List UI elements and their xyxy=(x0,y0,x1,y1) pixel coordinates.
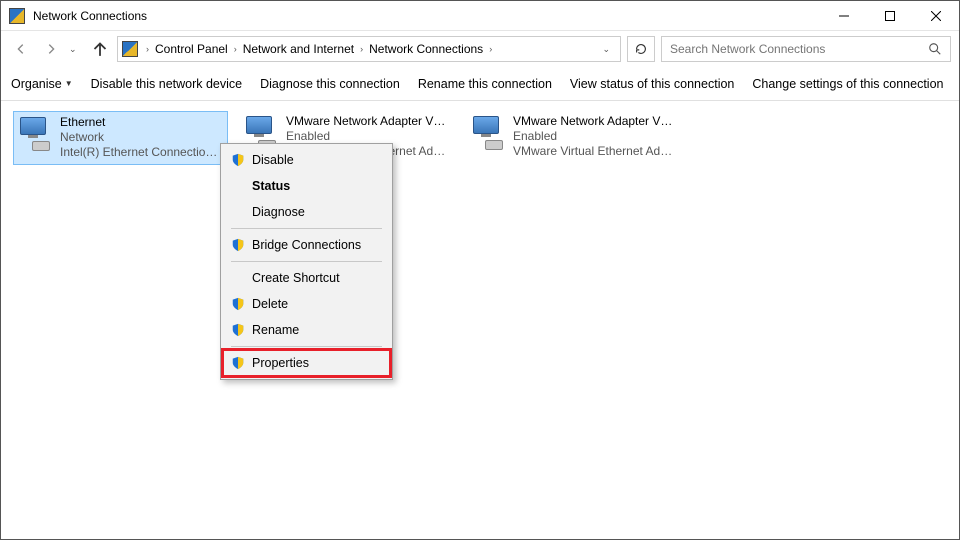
adapter-item[interactable]: VMware Network Adapter VMnet8 Enabled VM… xyxy=(467,111,682,165)
window-controls xyxy=(821,1,959,31)
breadcrumb-item[interactable]: Network and Internet xyxy=(239,42,358,56)
shield-icon xyxy=(231,297,245,311)
context-item-label: Properties xyxy=(252,356,309,370)
maximize-button[interactable] xyxy=(867,1,913,31)
adapter-status: Network xyxy=(60,130,223,145)
close-button[interactable] xyxy=(913,1,959,31)
change-settings-button[interactable]: Change settings of this connection xyxy=(752,77,943,91)
chevron-right-icon: › xyxy=(487,44,494,54)
adapter-item[interactable]: Ethernet Network Intel(R) Ethernet Conne… xyxy=(13,111,228,165)
location-icon xyxy=(122,41,138,57)
forward-button[interactable] xyxy=(39,37,63,61)
context-item-label: Bridge Connections xyxy=(252,238,361,252)
app-icon xyxy=(9,8,25,24)
chevron-right-icon: › xyxy=(144,44,151,54)
context-item-disable[interactable]: Disable xyxy=(223,147,390,173)
network-adapter-icon xyxy=(18,115,54,159)
context-separator xyxy=(231,228,382,229)
context-item-label: Delete xyxy=(252,297,288,311)
context-item-delete[interactable]: Delete xyxy=(223,291,390,317)
address-bar[interactable]: › Control Panel › Network and Internet ›… xyxy=(117,36,621,62)
refresh-button[interactable] xyxy=(627,36,655,62)
context-item-rename[interactable]: Rename xyxy=(223,317,390,343)
context-item-bridge-connections[interactable]: Bridge Connections xyxy=(223,232,390,258)
up-button[interactable] xyxy=(89,38,111,60)
context-item-label: Disable xyxy=(252,153,294,167)
address-row: ⌄ › Control Panel › Network and Internet… xyxy=(1,31,959,67)
organise-button[interactable]: Organise▼ xyxy=(11,77,73,91)
adapter-status: Enabled xyxy=(286,129,451,144)
chevron-right-icon: › xyxy=(232,44,239,54)
search-icon xyxy=(928,42,942,56)
adapter-list: Ethernet Network Intel(R) Ethernet Conne… xyxy=(13,111,947,165)
search-box[interactable] xyxy=(661,36,951,62)
adapter-status: Enabled xyxy=(513,129,678,144)
diagnose-button[interactable]: Diagnose this connection xyxy=(260,77,400,91)
adapter-name: VMware Network Adapter VMnet1 xyxy=(286,114,451,129)
history-dropdown[interactable]: ⌄ xyxy=(69,44,83,55)
context-item-create-shortcut[interactable]: Create Shortcut xyxy=(223,265,390,291)
context-item-status[interactable]: Status xyxy=(223,173,390,199)
context-menu: Disable Status Diagnose Bridge Connections C… xyxy=(220,143,393,380)
context-item-properties[interactable]: Properties xyxy=(223,350,390,376)
chevron-right-icon: › xyxy=(358,44,365,54)
search-input[interactable] xyxy=(670,42,928,56)
view-status-button[interactable]: View status of this connection xyxy=(570,77,734,91)
title-bar: Network Connections xyxy=(1,1,959,31)
adapter-device: Intel(R) Ethernet Connection (7) I.. xyxy=(60,145,223,160)
adapter-device: VMware Virtual Ethernet Adapter ... xyxy=(513,144,678,159)
adapter-name: VMware Network Adapter VMnet8 xyxy=(513,114,678,129)
shield-icon xyxy=(231,323,245,337)
shield-icon xyxy=(231,238,245,252)
context-item-label: Status xyxy=(252,179,290,193)
shield-icon xyxy=(231,153,245,167)
address-dropdown[interactable]: ⌄ xyxy=(596,44,616,55)
window-title: Network Connections xyxy=(33,9,147,23)
adapter-name: Ethernet xyxy=(60,115,223,130)
breadcrumb-item[interactable]: Control Panel xyxy=(151,42,232,56)
rename-button[interactable]: Rename this connection xyxy=(418,77,552,91)
network-adapter-icon xyxy=(471,114,507,158)
minimize-button[interactable] xyxy=(821,1,867,31)
back-button[interactable] xyxy=(9,37,33,61)
shield-icon xyxy=(231,356,245,370)
context-item-label: Diagnose xyxy=(252,205,305,219)
disable-device-button[interactable]: Disable this network device xyxy=(91,77,242,91)
context-item-diagnose[interactable]: Diagnose xyxy=(223,199,390,225)
context-separator xyxy=(231,346,382,347)
context-item-label: Create Shortcut xyxy=(252,271,340,285)
command-bar: Organise▼ Disable this network device Di… xyxy=(1,67,959,101)
content-area: Ethernet Network Intel(R) Ethernet Conne… xyxy=(1,101,959,175)
breadcrumb-item[interactable]: Network Connections xyxy=(365,42,487,56)
context-item-label: Rename xyxy=(252,323,299,337)
context-separator xyxy=(231,261,382,262)
